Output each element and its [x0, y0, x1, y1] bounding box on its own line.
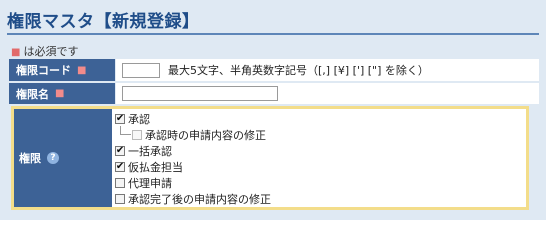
perm-item-post-approval-edit[interactable]: 承認完了後の申請内容の修正 — [115, 192, 271, 206]
perm-label-proxy-apply: 代理申請 — [128, 177, 172, 190]
name-label: 権限名 — [16, 87, 49, 101]
permissions-label-cell: 権限 ? — [14, 109, 111, 207]
perm-label-approve-edit: 承認時の申請内容の修正 — [145, 129, 266, 142]
form-row-name: 権限名 ■ — [9, 83, 539, 104]
perm-item-bulk-approve[interactable]: ✔ 一括承認 — [115, 144, 172, 158]
code-hint: 最大5文字、半角英数字記号（[,] [¥] ['] ["] を除く） — [168, 64, 429, 77]
required-note: ■ は必須です — [11, 43, 78, 59]
checkbox-post-approval-edit[interactable] — [115, 194, 125, 204]
perm-item-approve[interactable]: ✔ 承認 — [115, 112, 150, 126]
permissions-section: 権限 ? ✔ 承認 承認時の申請内容の修正 ✔ 一括承認 ✔ 仮払金担当 代理申… — [11, 106, 529, 210]
permissions-label: 権限 — [19, 152, 41, 165]
code-value-cell: 最大5文字、半角英数字記号（[,] [¥] ['] ["] を除く） — [116, 59, 539, 81]
code-label: 権限コード — [16, 64, 71, 77]
code-required-mark: ■ — [77, 64, 87, 76]
checkbox-approve-edit[interactable] — [132, 130, 142, 140]
perm-item-advance-payment[interactable]: ✔ 仮払金担当 — [115, 160, 183, 174]
perm-label-advance-payment: 仮払金担当 — [128, 161, 183, 174]
help-icon[interactable]: ? — [47, 152, 59, 164]
name-required-mark: ■ — [55, 88, 65, 99]
title-divider — [7, 33, 539, 35]
form-row-code: 権限コード ■ 最大5文字、半角英数字記号（[,] [¥] ['] ["] を除… — [9, 59, 539, 81]
required-note-text: は必須です — [23, 45, 79, 58]
required-mark: ■ — [11, 47, 21, 58]
checkbox-advance-payment[interactable]: ✔ — [115, 162, 125, 172]
perm-label-bulk-approve: 一括承認 — [128, 145, 172, 158]
perm-label-post-approval-edit: 承認完了後の申請内容の修正 — [128, 193, 271, 206]
checkbox-proxy-apply[interactable] — [115, 178, 125, 188]
name-label-cell: 権限名 ■ — [9, 83, 115, 104]
code-input[interactable] — [122, 62, 160, 78]
permissions-list: ✔ 承認 承認時の申請内容の修正 ✔ 一括承認 ✔ 仮払金担当 代理申請 承認完… — [112, 109, 526, 207]
code-label-cell: 権限コード ■ — [9, 59, 115, 81]
checkbox-bulk-approve[interactable]: ✔ — [115, 146, 125, 156]
perm-item-approve-edit[interactable]: 承認時の申請内容の修正 — [132, 128, 266, 142]
page-title: 権限マスタ【新規登録】 — [7, 12, 200, 32]
perm-item-proxy-apply[interactable]: 代理申請 — [115, 176, 172, 190]
perm-label-approve: 承認 — [128, 113, 150, 126]
page-frame: 権限マスタ【新規登録】 ■ は必須です 権限コード ■ 最大5文字、半角英数字記号… — [0, 0, 546, 220]
tree-connector — [120, 126, 131, 135]
name-value-cell — [116, 83, 539, 104]
checkbox-approve[interactable]: ✔ — [115, 114, 125, 124]
name-input[interactable] — [122, 86, 278, 101]
